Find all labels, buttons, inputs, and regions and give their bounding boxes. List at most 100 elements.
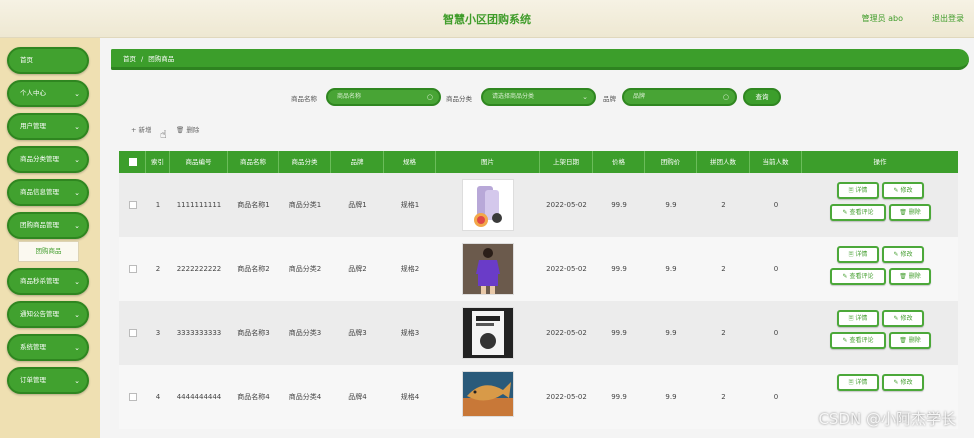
edit-button[interactable]: ✎ 修改	[882, 310, 924, 327]
sidebar-item-users[interactable]: 用户管理 ⌄	[7, 113, 89, 140]
delete-button[interactable]: 🗑 删除	[889, 268, 931, 285]
delete-button[interactable]: 🗑 删除	[889, 204, 931, 221]
chevron-down-icon: ⌄	[582, 93, 588, 101]
current-user: 管理员 abo	[861, 14, 903, 23]
sidebar-item-label: 系统管理	[20, 343, 46, 351]
chevron-down-icon: ⌄	[74, 278, 80, 286]
cell-date: 2022-05-02	[546, 265, 587, 273]
sidebar-item-label: 个人中心	[20, 89, 46, 97]
cell-code: 4444444444	[176, 393, 222, 401]
view-reviews-button[interactable]: ✎ 查看评论	[830, 204, 886, 221]
cell-date: 2022-05-02	[546, 393, 587, 401]
sidebar-subitem-group-goods[interactable]: 团购商品	[18, 241, 79, 262]
cell-brand: 品牌2	[348, 265, 367, 273]
col-category: 商品分类	[279, 151, 331, 173]
row-checkbox[interactable]	[129, 201, 137, 209]
cell-name: 商品名称1	[237, 201, 270, 209]
sidebar-item-home[interactable]: 首页	[7, 47, 89, 74]
cell-group-size: 2	[721, 329, 726, 337]
cell-current: 0	[773, 201, 779, 209]
sidebar-item-label: 团购商品管理	[20, 221, 59, 229]
chevron-down-icon: ⌄	[74, 123, 80, 131]
brand-input[interactable]: 品牌 ○	[622, 88, 737, 106]
query-button[interactable]: 查询	[743, 88, 781, 106]
sidebar-item-categories[interactable]: 商品分类管理 ⌄	[7, 146, 89, 173]
cell-group-price: 9.9	[665, 265, 677, 273]
product-image-clothing	[462, 243, 514, 295]
table-row: 2 2222222222 商品名称2 商品分类2 品牌2 规格2 2022-05…	[119, 237, 958, 301]
row-checkbox[interactable]	[129, 329, 137, 337]
detail-button[interactable]: 🗏 详情	[837, 310, 879, 327]
product-image-phone	[462, 179, 514, 231]
breadcrumb-current: 团购商品	[148, 55, 175, 63]
csdn-watermark: CSDN @小阿杰学长	[818, 410, 956, 428]
view-reviews-button[interactable]: ✎ 查看评论	[830, 332, 886, 349]
edit-button[interactable]: ✎ 修改	[882, 374, 924, 391]
cell-brand: 品牌3	[348, 329, 367, 337]
clear-icon: ○	[722, 93, 729, 101]
row-checkbox[interactable]	[129, 265, 137, 273]
chevron-down-icon: ⌄	[74, 189, 80, 197]
table-row: 3 3333333333 商品名称3 商品分类3 品牌3 规格3 2022-05…	[119, 301, 958, 365]
cell-price: 99.9	[611, 265, 627, 273]
cell-price: 99.9	[611, 329, 627, 337]
cell-brand: 品牌1	[348, 201, 367, 209]
add-button[interactable]: + 新增	[131, 124, 152, 134]
sidebar-item-label: 通知公告管理	[20, 310, 59, 318]
edit-button[interactable]: ✎ 修改	[882, 246, 924, 263]
logout-link[interactable]: 退出登录	[932, 13, 964, 24]
cell-category: 商品分类1	[288, 201, 322, 209]
bulk-delete-button[interactable]: 🗑 删除	[176, 124, 199, 134]
delete-button[interactable]: 🗑 删除	[889, 332, 931, 349]
select-all-checkbox[interactable]	[129, 158, 137, 166]
chevron-down-icon: ⌄	[74, 156, 80, 164]
cell-date: 2022-05-02	[546, 201, 587, 209]
breadcrumb-home[interactable]: 首页	[123, 55, 136, 63]
cell-name: 商品名称2	[237, 265, 270, 273]
cell-group-size: 2	[721, 393, 726, 401]
sidebar-item-label: 商品信息管理	[20, 188, 59, 196]
table-row: 1 1111111111 商品名称1 商品分类1 品牌1 规格1 2022-05…	[119, 173, 958, 237]
cell-index: 3	[155, 329, 161, 337]
cell-date: 2022-05-02	[546, 329, 587, 337]
sidebar-item-system[interactable]: 系统管理 ⌄	[7, 334, 89, 361]
sidebar-item-profile[interactable]: 个人中心 ⌄	[7, 80, 89, 107]
col-code: 商品编号	[170, 151, 228, 173]
detail-button[interactable]: 🗏 详情	[837, 246, 879, 263]
col-spec: 规格	[384, 151, 436, 173]
category-select[interactable]: 请选择商品分类 ⌄	[481, 88, 596, 106]
product-name-input[interactable]: 商品名称 ○	[326, 88, 441, 106]
product-image-book	[462, 307, 514, 359]
breadcrumb: 首页 / 团购商品	[111, 49, 969, 70]
cell-code: 2222222222	[176, 265, 222, 273]
sidebar-item-label: 商品分类管理	[20, 155, 59, 163]
sidebar-item-products[interactable]: 商品信息管理 ⌄	[7, 179, 89, 206]
col-current: 当前人数	[750, 151, 802, 173]
chevron-down-icon: ⌄	[74, 344, 80, 352]
cell-group-price: 9.9	[665, 393, 677, 401]
col-price: 价格	[593, 151, 645, 173]
sidebar-item-orders[interactable]: 订单管理 ⌄	[7, 367, 89, 394]
sidebar-item-label: 用户管理	[20, 122, 46, 130]
sidebar-item-flash-sale[interactable]: 商品秒杀管理 ⌄	[7, 268, 89, 295]
sidebar-item-notices[interactable]: 通知公告管理 ⌄	[7, 301, 89, 328]
row-checkbox[interactable]	[129, 393, 137, 401]
cell-name: 商品名称3	[237, 329, 270, 337]
app-title: 智慧小区团购系统	[443, 13, 531, 26]
cell-code: 3333333333	[176, 329, 222, 337]
detail-button[interactable]: 🗏 详情	[837, 374, 879, 391]
clear-icon: ○	[426, 93, 433, 101]
view-reviews-button[interactable]: ✎ 查看评论	[830, 268, 886, 285]
cell-category: 商品分类3	[288, 329, 322, 337]
cell-index: 4	[155, 393, 161, 401]
sidebar-item-label: 首页	[20, 56, 33, 64]
sidebar-item-group-products[interactable]: 团购商品管理 ⌄	[7, 212, 89, 239]
cell-spec: 规格1	[400, 201, 420, 209]
edit-button[interactable]: ✎ 修改	[882, 182, 924, 199]
cell-price: 99.9	[611, 393, 627, 401]
col-actions: 操作	[873, 158, 887, 166]
detail-button[interactable]: 🗏 详情	[837, 182, 879, 199]
col-group-price: 团购价	[645, 151, 697, 173]
table-header: 索引 商品编号 商品名称 商品分类 品牌 规格 图片 上架日期 价格 团购价 拼…	[119, 151, 958, 173]
product-image-fish	[462, 371, 514, 417]
